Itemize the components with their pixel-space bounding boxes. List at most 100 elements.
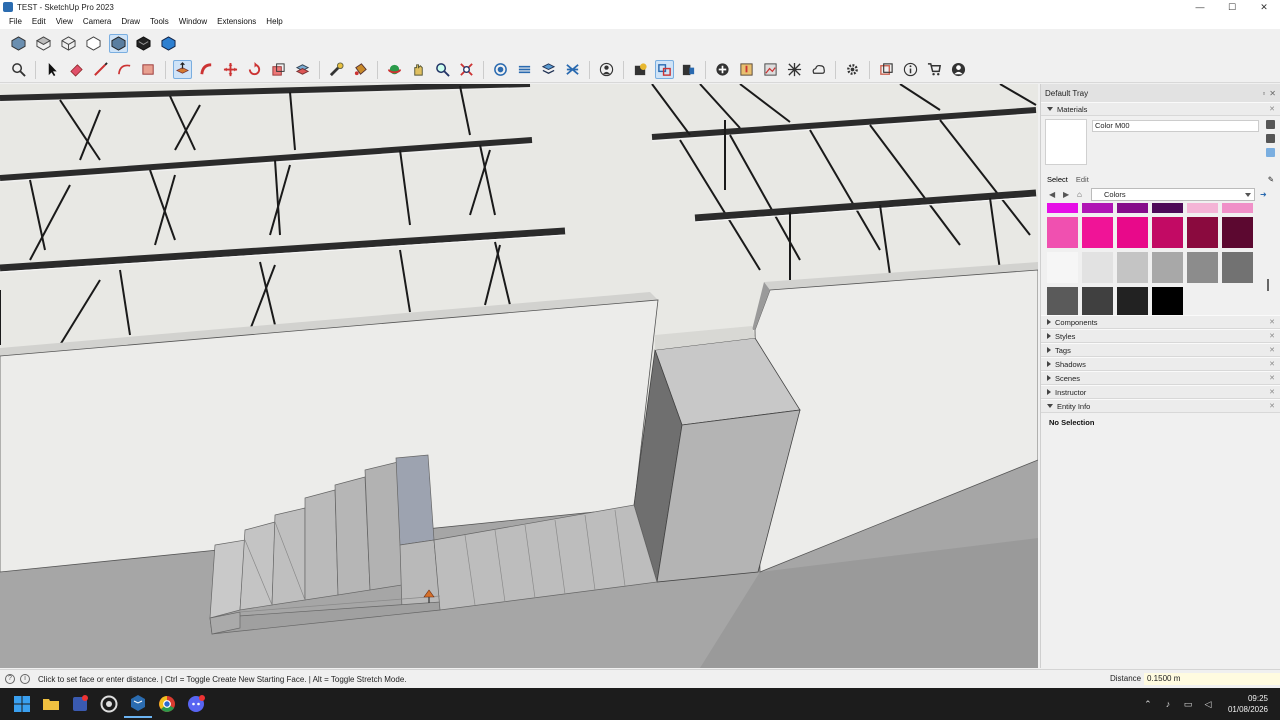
right-view-icon[interactable] (84, 34, 103, 53)
info-toggle-icon[interactable]: i (20, 674, 30, 684)
color-swatch[interactable] (1047, 217, 1078, 248)
menu-draw[interactable]: Draw (116, 17, 145, 26)
panel-styles-header[interactable]: Styles ✕ (1041, 329, 1280, 343)
top-view-icon[interactable] (34, 34, 53, 53)
layers-icon[interactable] (539, 60, 558, 79)
paint-bucket-icon[interactable] (351, 60, 370, 79)
color-swatch[interactable] (1047, 252, 1078, 283)
geo-location-icon[interactable]: ? (5, 674, 15, 684)
select-icon[interactable] (43, 60, 62, 79)
volume-icon[interactable]: ◁ (1198, 699, 1218, 710)
tray-close-icon[interactable]: ✕ (1269, 89, 1276, 98)
warehouse-icon[interactable] (631, 60, 650, 79)
color-swatch[interactable] (1117, 203, 1148, 213)
color-swatch[interactable] (1222, 217, 1253, 248)
outliner-icon[interactable] (877, 60, 896, 79)
line-icon[interactable] (91, 60, 110, 79)
color-swatch[interactable] (1152, 217, 1183, 248)
panel-scenes-header[interactable]: Scenes ✕ (1041, 371, 1280, 385)
color-swatch[interactable] (1082, 252, 1113, 283)
front-view-icon[interactable] (59, 34, 78, 53)
color-swatch[interactable] (1152, 287, 1183, 315)
menu-extensions[interactable]: Extensions (212, 17, 261, 26)
iso-view-icon[interactable] (9, 34, 28, 53)
geo-icon[interactable] (737, 60, 756, 79)
network-icon[interactable]: ▭ (1178, 699, 1198, 710)
extension-manager-icon[interactable] (655, 60, 674, 79)
microphone-icon[interactable]: ♪ (1158, 699, 1178, 709)
push-pull-icon[interactable] (173, 60, 192, 79)
forward-arrow-icon[interactable]: ▶ (1063, 190, 1072, 199)
menu-window[interactable]: Window (174, 17, 212, 26)
discord-icon[interactable] (182, 690, 210, 718)
panel-close-icon[interactable]: ✕ (1269, 402, 1275, 410)
zoom-extents-icon[interactable] (457, 60, 476, 79)
sketchup-icon[interactable] (124, 690, 152, 718)
eraser-icon[interactable] (67, 60, 86, 79)
panel-shadows-header[interactable]: Shadows ✕ (1041, 357, 1280, 371)
color-swatch[interactable] (1117, 252, 1148, 283)
model-viewport[interactable] (0, 84, 1038, 668)
color-swatch[interactable] (1117, 217, 1148, 248)
cloud-icon[interactable] (809, 60, 828, 79)
tape-measure-icon[interactable] (327, 60, 346, 79)
material-name-field[interactable]: Color M00 (1092, 120, 1259, 132)
tab-edit[interactable]: Edit (1076, 175, 1089, 184)
color-swatch[interactable] (1187, 203, 1218, 213)
details-arrow-icon[interactable]: ➜ (1260, 190, 1269, 199)
color-swatch[interactable] (1222, 252, 1253, 283)
menu-help[interactable]: Help (261, 17, 287, 26)
scale-icon[interactable] (269, 60, 288, 79)
panel-instructor-header[interactable]: Instructor ✕ (1041, 385, 1280, 399)
color-swatch[interactable] (1152, 252, 1183, 283)
panel-close-icon[interactable]: ✕ (1269, 318, 1275, 326)
scene-icon[interactable] (679, 60, 698, 79)
panel-materials-header[interactable]: Materials ✕ (1041, 102, 1280, 116)
menu-edit[interactable]: Edit (27, 17, 51, 26)
close-button[interactable]: ✕ (1248, 0, 1280, 14)
user-icon[interactable] (597, 60, 616, 79)
measurements-input[interactable]: 0.1500 m (1144, 673, 1280, 685)
app-icon[interactable] (66, 690, 94, 718)
menu-view[interactable]: View (51, 17, 78, 26)
grid-icon[interactable] (785, 60, 804, 79)
color-swatch[interactable] (1222, 203, 1253, 213)
panel-close-icon[interactable]: ✕ (1269, 374, 1275, 382)
color-swatch[interactable] (1082, 217, 1113, 248)
clock[interactable]: 09:25 01/08/2026 (1228, 693, 1268, 715)
maximize-button[interactable]: ☐ (1216, 0, 1248, 14)
panel-components-header[interactable]: Components ✕ (1041, 315, 1280, 329)
move-icon[interactable] (221, 60, 240, 79)
chrome-variant-icon[interactable] (95, 690, 123, 718)
color-swatch[interactable] (1082, 203, 1113, 213)
search-icon[interactable] (9, 60, 28, 79)
account-icon[interactable] (949, 60, 968, 79)
panel-close-icon[interactable]: ✕ (1269, 360, 1275, 368)
default-material-icon[interactable] (1265, 148, 1275, 157)
orbit-icon[interactable] (385, 60, 404, 79)
add-location-icon[interactable] (713, 60, 732, 79)
back-arrow-icon[interactable]: ◀ (1049, 190, 1058, 199)
color-swatch[interactable] (1047, 203, 1078, 213)
chevron-up-icon[interactable]: ⌃ (1138, 699, 1158, 710)
tray-pin-icon[interactable]: ▫ (1262, 89, 1265, 98)
section-plane-icon[interactable] (491, 60, 510, 79)
menu-file[interactable]: File (4, 17, 27, 26)
file-explorer-icon[interactable] (37, 690, 65, 718)
rotate-icon[interactable] (245, 60, 264, 79)
info-icon[interactable] (901, 60, 920, 79)
color-swatch[interactable] (1082, 287, 1113, 315)
color-swatch[interactable] (1187, 252, 1218, 283)
color-swatch[interactable] (1117, 287, 1148, 315)
pan-icon[interactable] (409, 60, 428, 79)
color-swatch[interactable] (1152, 203, 1183, 213)
settings-icon[interactable] (843, 60, 862, 79)
sample-paint-icon[interactable]: ✎ (1268, 175, 1274, 184)
photo-texture-icon[interactable] (761, 60, 780, 79)
tab-select[interactable]: Select (1047, 175, 1068, 184)
panel-tags-header[interactable]: Tags ✕ (1041, 343, 1280, 357)
panel-close-icon[interactable]: ✕ (1269, 332, 1275, 340)
color-swatch[interactable] (1047, 287, 1078, 315)
arc-icon[interactable] (115, 60, 134, 79)
menu-tools[interactable]: Tools (145, 17, 174, 26)
